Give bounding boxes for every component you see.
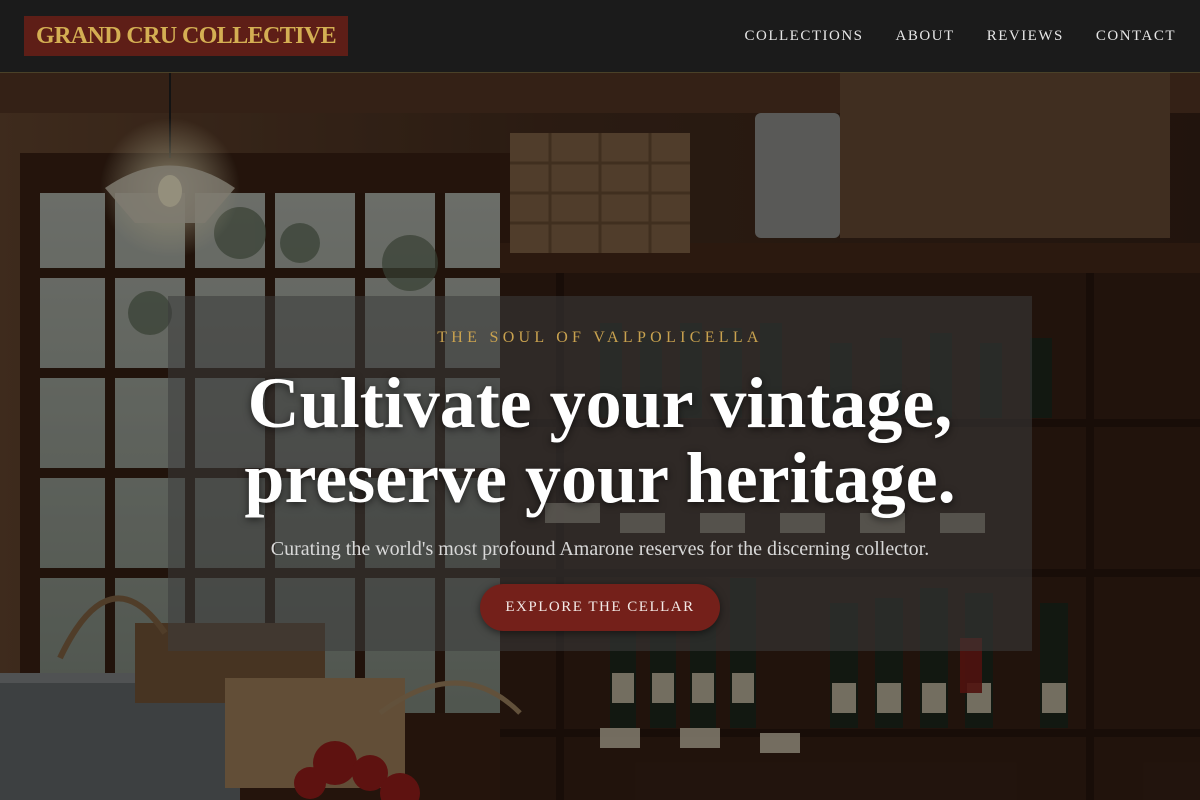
hero-section: THE SOUL OF VALPOLICELLA Cultivate your …	[0, 73, 1200, 800]
site-header: GRAND CRU COLLECTIVE COLLECTIONS ABOUT R…	[0, 0, 1200, 73]
hero-headline: Cultivate your vintage, preserve your he…	[0, 366, 1200, 516]
nav-link-about[interactable]: ABOUT	[896, 28, 955, 45]
hero-headline-line-2: preserve your heritage.	[244, 438, 956, 518]
nav-link-collections[interactable]: COLLECTIONS	[745, 28, 864, 45]
hero-headline-line-1: Cultivate your vintage,	[247, 363, 953, 443]
brand-logo[interactable]: GRAND CRU COLLECTIVE	[24, 16, 349, 56]
explore-cellar-button[interactable]: EXPLORE THE CELLAR	[480, 584, 720, 631]
nav-link-reviews[interactable]: REVIEWS	[987, 28, 1064, 45]
main-nav: COLLECTIONS ABOUT REVIEWS CONTACT	[713, 28, 1176, 45]
hero-subheadline: Curating the world's most profound Amaro…	[270, 538, 930, 560]
nav-link-contact[interactable]: CONTACT	[1096, 28, 1176, 45]
hero-eyebrow: THE SOUL OF VALPOLICELLA	[437, 329, 763, 346]
